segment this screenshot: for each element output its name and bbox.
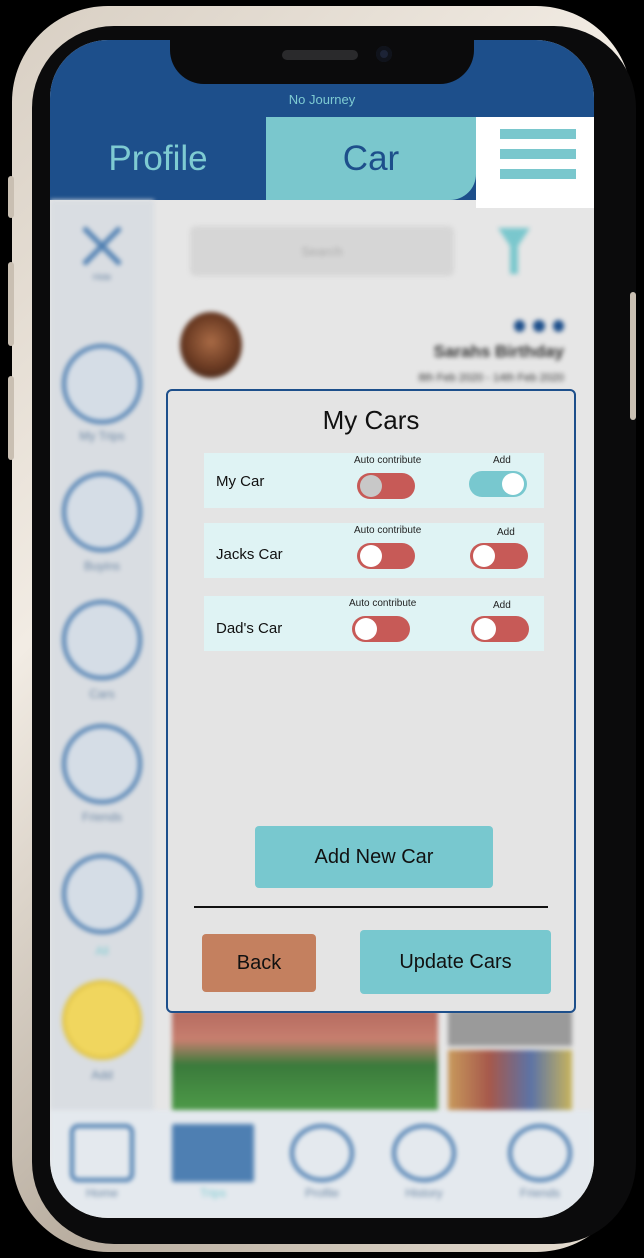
trip-photo bbox=[448, 1050, 572, 1110]
menu-icon bbox=[500, 169, 576, 179]
nav-label-friends: Friends bbox=[519, 1186, 560, 1200]
auto-contribute-label: Auto contribute bbox=[349, 598, 417, 609]
car-icon[interactable] bbox=[62, 600, 142, 680]
sidebar-label-cars: Cars bbox=[89, 687, 115, 701]
compass-icon[interactable] bbox=[62, 472, 142, 552]
volume-down-button bbox=[8, 376, 14, 460]
car-name: Dad's Car bbox=[216, 620, 283, 637]
car-row-dads-car: Dad's Car Auto contribute Add bbox=[204, 596, 544, 651]
modal-title: My Cars bbox=[322, 405, 420, 435]
person-icon[interactable] bbox=[290, 1124, 354, 1182]
more-options-icon[interactable] bbox=[514, 320, 564, 332]
sidebar-label-buyins: Buyins bbox=[83, 559, 121, 573]
sidebar-label-add: Add bbox=[91, 1068, 113, 1082]
power-button bbox=[630, 292, 636, 420]
nav-label-trips: Trips bbox=[199, 1186, 227, 1200]
add-toggle[interactable] bbox=[470, 543, 528, 569]
auto-contribute-toggle[interactable] bbox=[352, 616, 410, 642]
tab-profile[interactable]: Profile bbox=[50, 117, 266, 200]
infinity-icon[interactable] bbox=[62, 854, 142, 934]
image-icon[interactable] bbox=[172, 1124, 254, 1182]
front-camera bbox=[376, 46, 392, 62]
volume-up-button bbox=[8, 262, 14, 346]
hamburger-menu-button[interactable] bbox=[476, 117, 594, 208]
sidebar-label-friends: Friends bbox=[81, 810, 122, 824]
phone-screen: No Journey Profile Car Hide My Trips Buy… bbox=[50, 40, 594, 1218]
avatar bbox=[180, 312, 242, 378]
car-name: My Car bbox=[216, 473, 265, 490]
divider bbox=[194, 906, 548, 908]
speaker bbox=[282, 50, 358, 60]
tab-car[interactable]: Car bbox=[266, 117, 476, 200]
sidebar-label-trips: My Trips bbox=[79, 429, 125, 443]
friends-icon[interactable] bbox=[62, 724, 142, 804]
home-icon[interactable] bbox=[70, 1124, 134, 1182]
nav-label-profile: Profile bbox=[304, 1186, 339, 1200]
journey-label: No Journey bbox=[288, 92, 356, 107]
auto-contribute-toggle[interactable] bbox=[357, 473, 415, 499]
filter-icon[interactable] bbox=[496, 226, 532, 276]
auto-contribute-label: Auto contribute bbox=[354, 525, 422, 536]
close-icon[interactable] bbox=[80, 224, 124, 268]
search-input[interactable]: Search bbox=[190, 226, 454, 276]
add-new-car-button[interactable]: Add New Car bbox=[255, 826, 493, 888]
update-cars-button[interactable]: Update Cars bbox=[360, 930, 551, 994]
back-button[interactable]: Back bbox=[202, 934, 316, 992]
friends-icon[interactable] bbox=[508, 1124, 572, 1182]
nav-label-history: History bbox=[405, 1186, 443, 1200]
sidebar-label-all: All bbox=[95, 944, 109, 958]
add-label: Add bbox=[497, 527, 515, 538]
sidebar-label-hide: Hide bbox=[92, 272, 112, 282]
car-name: Jacks Car bbox=[216, 546, 283, 563]
trip-photo bbox=[172, 1010, 438, 1110]
sidebar: Hide My Trips Buyins Cars Friends All Ad… bbox=[50, 200, 154, 1110]
menu-icon bbox=[500, 149, 576, 159]
my-cars-modal: My Cars My Car Auto contribute Add Jacks… bbox=[166, 389, 576, 1013]
event-title: Sarahs Birthday bbox=[433, 342, 564, 361]
menu-icon bbox=[500, 129, 576, 139]
image-icon[interactable] bbox=[62, 344, 142, 424]
nav-label-home: Home bbox=[85, 1186, 118, 1200]
history-icon[interactable] bbox=[392, 1124, 456, 1182]
auto-contribute-label: Auto contribute bbox=[354, 455, 422, 466]
bottom-nav: Home Trips Profile History Friends bbox=[50, 1110, 594, 1218]
add-toggle[interactable] bbox=[471, 616, 529, 642]
action-button bbox=[8, 176, 14, 218]
trip-photo bbox=[448, 1010, 572, 1046]
add-label: Add bbox=[493, 600, 511, 611]
add-label: Add bbox=[493, 455, 511, 466]
auto-contribute-toggle[interactable] bbox=[357, 543, 415, 569]
car-row-my-car: My Car Auto contribute Add bbox=[204, 453, 544, 508]
event-dates: 8th Feb 2020 - 14th Feb 2020 bbox=[418, 372, 564, 384]
notch bbox=[170, 40, 474, 84]
plus-icon[interactable] bbox=[62, 980, 142, 1060]
car-row-jacks-car: Jacks Car Auto contribute Add bbox=[204, 523, 544, 578]
add-toggle[interactable] bbox=[469, 471, 527, 497]
